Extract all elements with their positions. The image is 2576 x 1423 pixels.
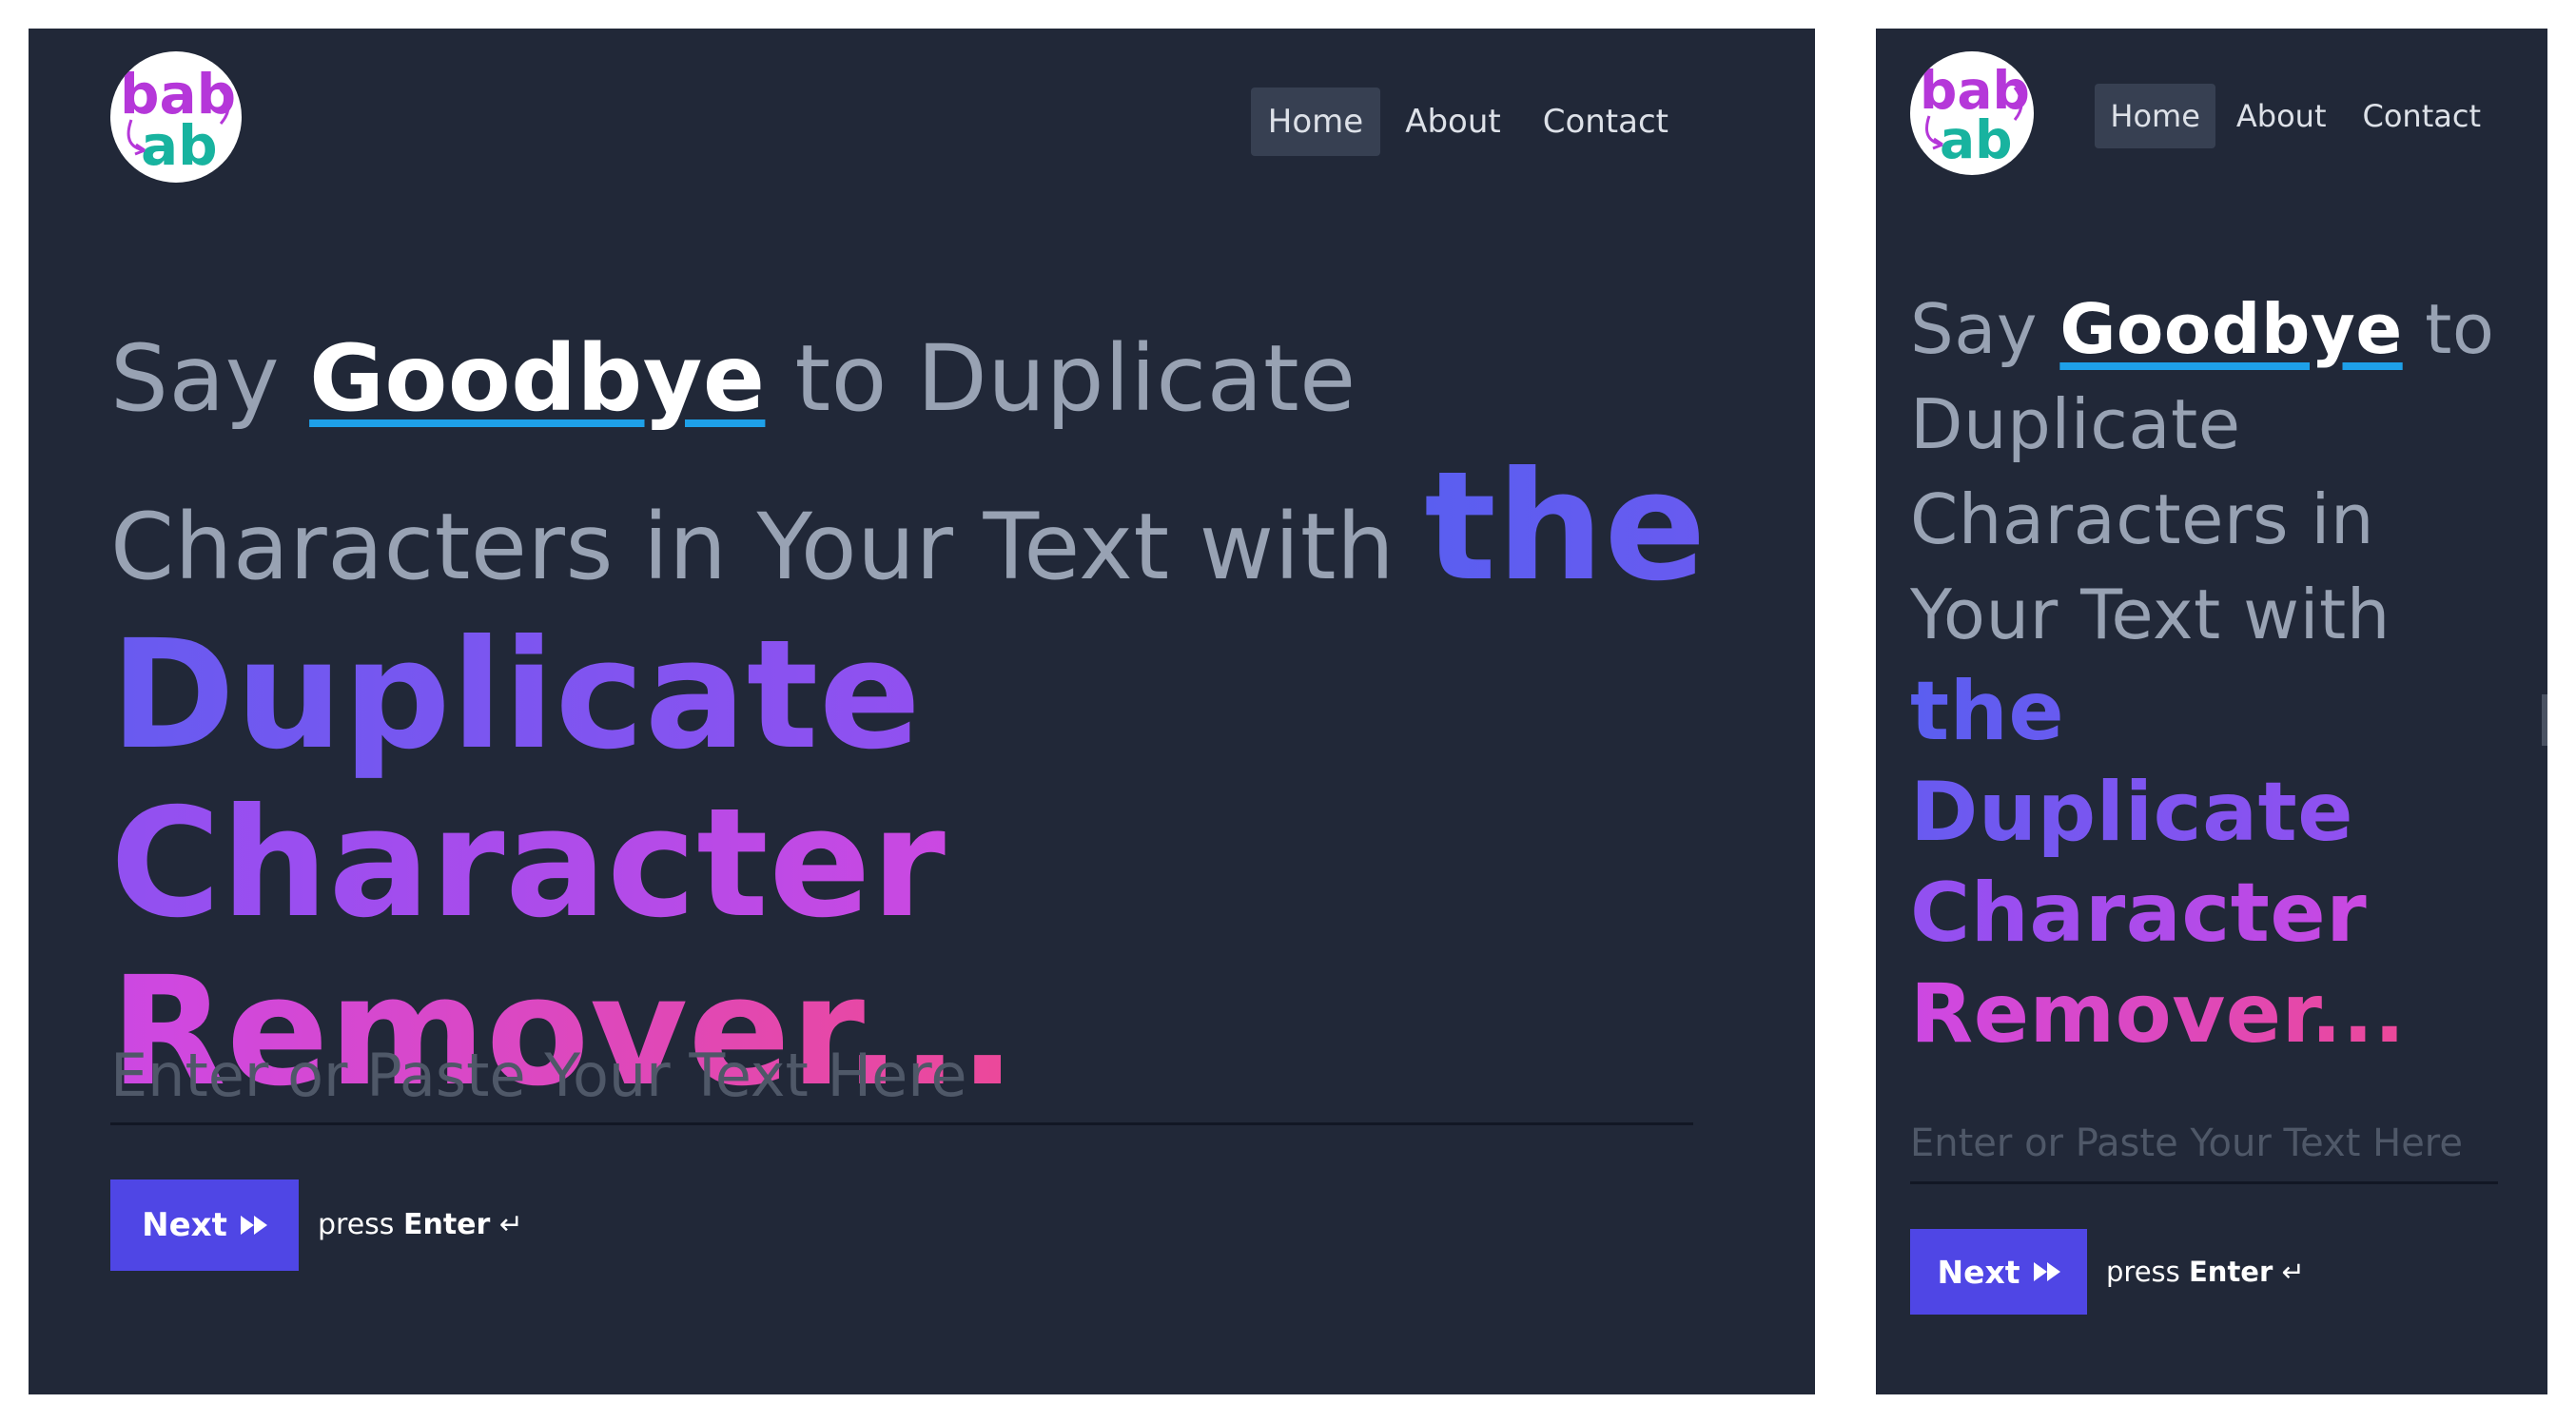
headline-prefix: Say	[110, 325, 310, 432]
return-icon: ↵	[498, 1208, 524, 1241]
next-button[interactable]: Next	[110, 1179, 299, 1271]
desktop-view: bab ab Home About Contact Say Goodbye to…	[29, 29, 1815, 1394]
next-button-label: Next	[1937, 1253, 2020, 1291]
mobile-view: bab ab Home About Contact Say Goodbye to…	[1876, 29, 2547, 1394]
nav-about-link[interactable]: About	[2221, 84, 2342, 148]
scrollbar-thumb[interactable]	[2542, 694, 2547, 746]
return-icon: ↵	[2281, 1256, 2305, 1288]
headline-highlight: Goodbye	[309, 325, 766, 432]
enter-hint: press Enter ↵	[2106, 1256, 2305, 1288]
headline-gradient-text: the Duplicate Character Remover...	[1910, 664, 2406, 1062]
nav-about-link[interactable]: About	[1388, 88, 1518, 156]
fast-forward-icon	[2033, 1262, 2060, 1281]
main-nav: Home About Contact	[1243, 88, 1686, 156]
hint-prefix: press	[2106, 1256, 2189, 1288]
logo[interactable]: bab ab	[110, 51, 242, 183]
headline-prefix: Say	[1910, 289, 2060, 369]
nav-home-link[interactable]: Home	[1250, 88, 1381, 156]
text-input[interactable]	[110, 1037, 1693, 1125]
text-input[interactable]	[1910, 1115, 2498, 1184]
main-nav: Home About Contact	[2089, 84, 2496, 148]
logo-arrow-icon	[1925, 87, 2023, 150]
hint-prefix: press	[318, 1208, 403, 1241]
nav-contact-link[interactable]: Contact	[1526, 88, 1686, 156]
next-button[interactable]: Next	[1910, 1229, 2087, 1315]
logo-arrow-icon	[127, 88, 230, 156]
next-button-label: Next	[142, 1206, 227, 1244]
nav-contact-link[interactable]: Contact	[2348, 84, 2497, 148]
hero-headline: Say Goodbye to Duplicate Characters in Y…	[110, 304, 1747, 1126]
headline-highlight: Goodbye	[2059, 289, 2403, 369]
enter-hint: press Enter ↵	[318, 1208, 523, 1241]
nav-home-link[interactable]: Home	[2095, 84, 2215, 148]
fast-forward-icon	[240, 1216, 267, 1235]
hero-headline: Say Goodbye to Duplicate Characters in Y…	[1910, 282, 2509, 1065]
hint-key: Enter	[402, 1208, 491, 1241]
logo[interactable]: bab ab	[1910, 51, 2034, 175]
hint-key: Enter	[2188, 1256, 2274, 1288]
